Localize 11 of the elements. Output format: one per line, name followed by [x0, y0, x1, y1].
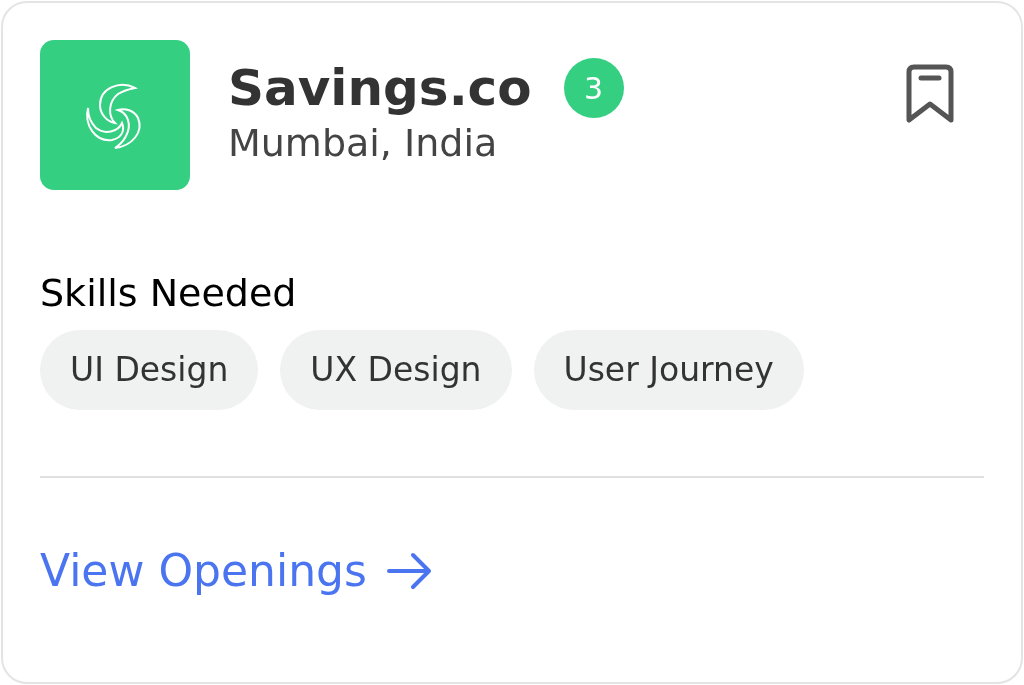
bookmark-icon	[906, 64, 954, 124]
skill-tag: UI Design	[40, 330, 259, 410]
bookmark-button[interactable]	[906, 64, 954, 124]
view-openings-link[interactable]: View Openings	[40, 538, 433, 604]
count-badge: 3	[563, 58, 624, 118]
skills-heading: Skills Needed	[40, 270, 298, 316]
arrow-right-icon	[384, 551, 433, 591]
skill-tag: User Journey	[533, 330, 804, 410]
company-location: Mumbai, India	[228, 120, 499, 166]
company-name: Savings.co	[228, 58, 532, 118]
skill-tag: UX Design	[280, 330, 512, 410]
